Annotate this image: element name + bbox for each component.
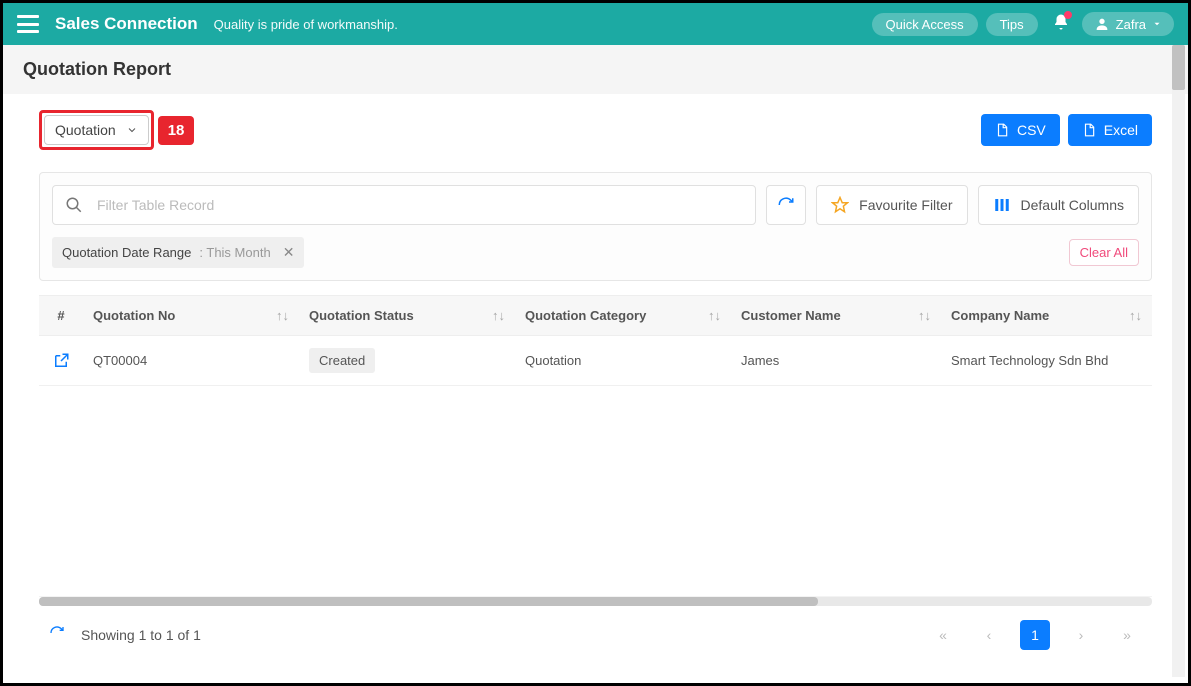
- report-type-dropdown[interactable]: Quotation: [44, 115, 149, 145]
- data-table: # Quotation No ↑↓ Quotation Status ↑↓ Qu…: [39, 295, 1152, 596]
- th-category[interactable]: Quotation Category ↑↓: [515, 296, 731, 335]
- refresh-icon: [777, 196, 795, 214]
- sort-icon: ↑↓: [708, 308, 721, 323]
- sort-icon: ↑↓: [1129, 308, 1142, 323]
- file-icon: [995, 123, 1009, 137]
- menu-icon[interactable]: [17, 15, 39, 33]
- sort-icon: ↑↓: [276, 308, 289, 323]
- search-input[interactable]: [97, 197, 743, 213]
- th-hash: #: [39, 296, 83, 335]
- excel-label: Excel: [1104, 122, 1138, 138]
- chevron-down-icon: [1152, 19, 1162, 29]
- chip-label: Quotation Date Range: [62, 245, 191, 260]
- user-menu[interactable]: Zafra: [1082, 12, 1174, 36]
- first-page-button[interactable]: «: [928, 620, 958, 650]
- tips-button[interactable]: Tips: [986, 13, 1038, 36]
- quick-access-button[interactable]: Quick Access: [872, 13, 978, 36]
- refresh-icon: [49, 625, 65, 641]
- cell-customer: James: [731, 336, 941, 385]
- notifications-button[interactable]: [1052, 13, 1070, 36]
- cell-status: Created: [299, 336, 515, 385]
- vertical-scrollbar[interactable]: [1172, 45, 1185, 677]
- tagline: Quality is pride of workmanship.: [214, 17, 398, 32]
- columns-icon: [993, 196, 1011, 214]
- horizontal-scrollbar[interactable]: [39, 596, 1152, 606]
- refresh-page-button[interactable]: [49, 625, 65, 646]
- dropdown-highlight: Quotation: [39, 110, 154, 150]
- dropdown-label: Quotation: [55, 122, 116, 138]
- page-number-button[interactable]: 1: [1020, 620, 1050, 650]
- cell-company: Smart Technology Sdn Bhd: [941, 336, 1152, 385]
- sort-icon: ↑↓: [918, 308, 931, 323]
- filter-top-row: Favourite Filter Default Columns: [52, 185, 1139, 225]
- th-quotation-no[interactable]: Quotation No ↑↓: [83, 296, 299, 335]
- page-title: Quotation Report: [23, 59, 1168, 80]
- last-page-button[interactable]: »: [1112, 620, 1142, 650]
- favourite-filter-label: Favourite Filter: [859, 197, 952, 213]
- th-customer[interactable]: Customer Name ↑↓: [731, 296, 941, 335]
- notification-dot: [1064, 11, 1072, 19]
- filter-chip[interactable]: Quotation Date Range : This Month ✕: [52, 237, 304, 268]
- toolbar: Quotation 18 CSV Excel: [39, 110, 1152, 150]
- table-header: # Quotation No ↑↓ Quotation Status ↑↓ Qu…: [39, 295, 1152, 336]
- table-row: QT00004 Created Quotation James Smart Te…: [39, 336, 1152, 386]
- default-columns-button[interactable]: Default Columns: [978, 185, 1140, 225]
- default-columns-label: Default Columns: [1021, 197, 1125, 213]
- export-csv-button[interactable]: CSV: [981, 114, 1060, 146]
- prev-page-button[interactable]: ‹: [974, 620, 1004, 650]
- cell-category: Quotation: [515, 336, 731, 385]
- favourite-filter-button[interactable]: Favourite Filter: [816, 185, 967, 225]
- status-badge: Created: [309, 348, 375, 373]
- export-excel-button[interactable]: Excel: [1068, 114, 1152, 146]
- sub-header: Quotation Report: [3, 45, 1188, 94]
- callout-badge: 18: [158, 116, 195, 145]
- open-icon: [52, 352, 70, 370]
- dropdown-callout-group: Quotation 18: [39, 110, 194, 150]
- chevron-down-icon: [126, 124, 138, 136]
- pagination-info: Showing 1 to 1 of 1: [81, 627, 201, 643]
- chip-remove-icon[interactable]: ✕: [283, 244, 295, 261]
- cell-quotation-no: QT00004: [83, 336, 299, 385]
- search-icon: [65, 196, 83, 214]
- th-company[interactable]: Company Name ↑↓: [941, 296, 1152, 335]
- refresh-filter-button[interactable]: [766, 185, 806, 225]
- search-field[interactable]: [52, 185, 756, 225]
- filter-panel: Favourite Filter Default Columns Quotati…: [39, 172, 1152, 281]
- brand-title: Sales Connection: [55, 14, 198, 34]
- open-row-button[interactable]: [39, 336, 83, 385]
- next-page-button[interactable]: ›: [1066, 620, 1096, 650]
- sort-icon: ↑↓: [492, 308, 505, 323]
- top-bar: Sales Connection Quality is pride of wor…: [3, 3, 1188, 45]
- user-name: Zafra: [1116, 17, 1146, 32]
- chip-value: This Month: [206, 245, 270, 260]
- csv-label: CSV: [1017, 122, 1046, 138]
- filter-bottom-row: Quotation Date Range : This Month ✕ Clea…: [52, 237, 1139, 268]
- star-icon: [831, 196, 849, 214]
- export-buttons: CSV Excel: [981, 114, 1152, 146]
- pagination: Showing 1 to 1 of 1 « ‹ 1 › »: [39, 606, 1152, 664]
- file-icon: [1082, 123, 1096, 137]
- main-card: Quotation 18 CSV Excel: [19, 94, 1172, 664]
- avatar-icon: [1094, 16, 1110, 32]
- th-status[interactable]: Quotation Status ↑↓: [299, 296, 515, 335]
- clear-all-button[interactable]: Clear All: [1069, 239, 1139, 266]
